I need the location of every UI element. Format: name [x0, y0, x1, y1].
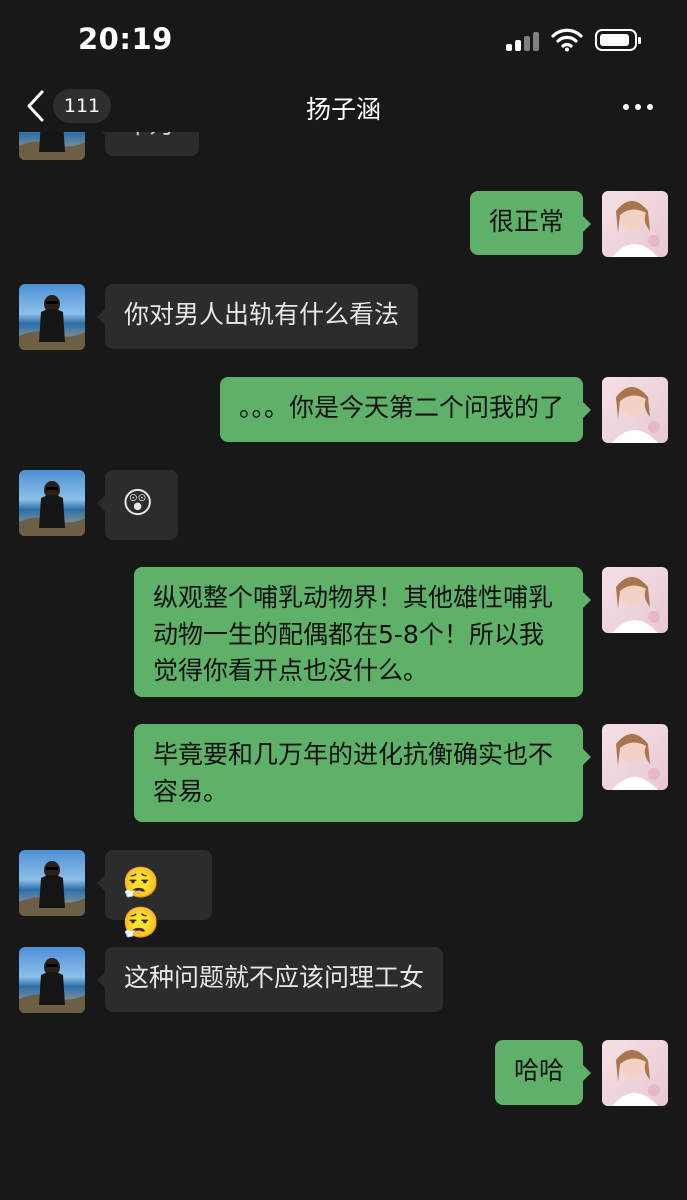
- message-bubble[interactable]: 你对男人出轨有什么看法: [96, 284, 419, 349]
- status-bar: 20:19: [0, 0, 687, 80]
- message-bubble[interactable]: 年为: [97, 132, 199, 156]
- my-avatar[interactable]: [602, 1040, 668, 1106]
- my-avatar[interactable]: [602, 724, 668, 790]
- battery-icon: [595, 29, 641, 51]
- message-list[interactable]: 年为 很正常 你对男人出轨有什么看法 。。。你是今天第二个问我的了 😲 纵观整个…: [0, 132, 687, 1200]
- chat-title: 扬子涵: [305, 95, 381, 124]
- my-avatar[interactable]: [602, 191, 668, 257]
- contact-avatar[interactable]: [19, 470, 85, 536]
- message-bubble[interactable]: 。。。你是今天第二个问我的了: [219, 377, 592, 442]
- message-bubble[interactable]: 这种问题就不应该问理工女: [96, 947, 444, 1012]
- sigh-emoji-icon[interactable]: 😮‍💨😮‍💨: [97, 850, 212, 941]
- wifi-icon: [551, 28, 583, 52]
- my-avatar[interactable]: [602, 377, 668, 443]
- cellular-signal-icon: [506, 29, 539, 51]
- message-bubble[interactable]: 哈哈: [494, 1040, 592, 1105]
- my-avatar[interactable]: [602, 567, 668, 633]
- contact-avatar[interactable]: [19, 850, 85, 916]
- contact-avatar[interactable]: [19, 284, 85, 350]
- message-bubble[interactable]: 毕竟要和几万年的进化抗衡确实也不容易。: [134, 724, 591, 822]
- status-time: 20:19: [78, 22, 173, 56]
- message-bubble[interactable]: 很正常: [469, 191, 592, 255]
- more-options-icon[interactable]: [623, 104, 653, 110]
- contact-avatar[interactable]: [19, 947, 85, 1013]
- contact-avatar[interactable]: [19, 132, 85, 160]
- chat-header: 111 扬子涵: [0, 80, 687, 132]
- surprised-emoji-icon[interactable]: 😲: [97, 470, 178, 540]
- message-bubble[interactable]: 纵观整个哺乳动物界！其他雄性哺乳动物一生的配偶都在5-8个！所以我觉得你看开点也…: [134, 567, 591, 697]
